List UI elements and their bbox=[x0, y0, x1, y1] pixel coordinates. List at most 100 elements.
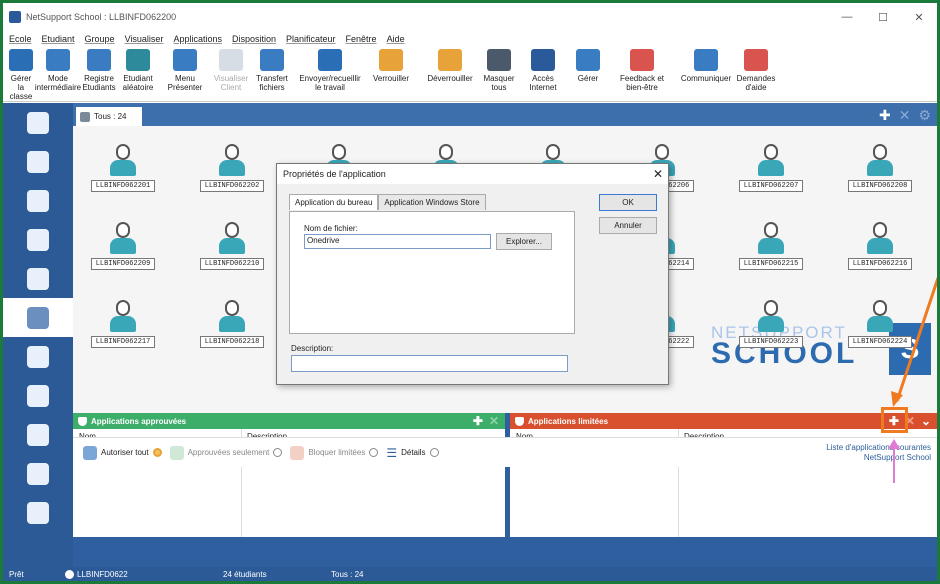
toolbar-button[interactable]: Masquer tous bbox=[482, 47, 516, 92]
title-bar: NetSupport School : LLBINFD062200 — ☐ ✕ bbox=[3, 3, 937, 31]
student-avatar-icon bbox=[754, 222, 788, 256]
menu-bar: Ecole Etudiant Groupe Visualiser Application… bbox=[3, 31, 937, 47]
toolbar-button[interactable]: Demandes d'aide bbox=[734, 47, 778, 92]
student-tile[interactable]: LLBINFD062201 bbox=[85, 144, 161, 192]
toolbar-button[interactable]: Verrouiller bbox=[364, 47, 418, 83]
chevron-down-icon[interactable]: ⌄ bbox=[921, 414, 931, 428]
dialog-title-bar: Propriétés de l'application ✕ bbox=[277, 164, 668, 184]
toolbar-button[interactable]: Registre Etudiants bbox=[78, 47, 120, 92]
blocked-shield-icon bbox=[290, 445, 305, 460]
student-tile[interactable]: LLBINFD062217 bbox=[85, 300, 161, 348]
sidebar-question[interactable] bbox=[3, 220, 73, 259]
devices-icon bbox=[27, 423, 49, 446]
menu-item[interactable]: Planificateur bbox=[286, 34, 336, 44]
toolbar-button[interactable]: Gérer bbox=[570, 47, 606, 83]
toolbar-button[interactable]: Accès Internet bbox=[516, 47, 570, 92]
sidebar-printer[interactable] bbox=[3, 376, 73, 415]
menu-item[interactable]: Fenêtre bbox=[346, 34, 377, 44]
filename-input[interactable]: Onedrive bbox=[304, 234, 491, 249]
student-tile[interactable]: LLBINFD062207 bbox=[733, 144, 809, 192]
cancel-button[interactable]: Annuler bbox=[599, 217, 657, 234]
student-avatar-icon bbox=[106, 222, 140, 256]
sidebar-headphones[interactable] bbox=[3, 181, 73, 220]
tab-all-students[interactable]: Tous : 24 bbox=[76, 107, 142, 126]
student-tile[interactable]: LLBINFD062218 bbox=[194, 300, 270, 348]
block-restricted-label: Bloquer limitées bbox=[308, 448, 366, 457]
student-avatar-icon bbox=[106, 144, 140, 178]
restricted-apps-header: Applications limitées ✚ ✕ ⌄ bbox=[510, 413, 937, 429]
allow-all-radio[interactable] bbox=[152, 448, 162, 457]
dialog-tabs: Application du bureau Application Window… bbox=[289, 194, 486, 210]
student-avatar-icon bbox=[215, 222, 249, 256]
tab-desktop-app[interactable]: Application du bureau bbox=[289, 194, 379, 210]
approved-only-radio[interactable] bbox=[273, 448, 283, 457]
toolbar-button[interactable]: Transfert fichiers bbox=[248, 47, 296, 92]
menu-item[interactable]: Groupe bbox=[85, 34, 115, 44]
student-tile[interactable]: LLBINFD062210 bbox=[194, 222, 270, 270]
group-tab-strip: Tous : 24 ✚ ✕ ⚙ bbox=[73, 103, 937, 126]
student-tile[interactable]: LLBINFD062208 bbox=[842, 144, 918, 192]
close-button[interactable]: ✕ bbox=[901, 11, 937, 24]
toolbar-button[interactable]: Mode intermédiaire bbox=[34, 47, 82, 92]
sidebar-globe[interactable] bbox=[3, 259, 73, 298]
student-avatar-icon bbox=[754, 144, 788, 178]
send-collect-icon bbox=[318, 49, 342, 71]
app-window: NetSupport School : LLBINFD062200 — ☐ ✕ … bbox=[3, 3, 937, 581]
sidebar-whiteboard[interactable] bbox=[3, 493, 73, 532]
student-tile[interactable]: LLBINFD062202 bbox=[194, 144, 270, 192]
toolbar-button[interactable]: Feedback et bien-être bbox=[606, 47, 678, 92]
maximize-button[interactable]: ☐ bbox=[865, 11, 901, 24]
menu-item[interactable]: Visualiser bbox=[125, 34, 164, 44]
description-input[interactable] bbox=[291, 355, 568, 372]
student-tile[interactable]: LLBINFD062223 bbox=[733, 300, 809, 348]
details-option[interactable]: ☰ Détails bbox=[386, 446, 439, 460]
toolbar-button[interactable]: Menu Présenter bbox=[156, 47, 214, 92]
student-tile[interactable]: LLBINFD062216 bbox=[842, 222, 918, 270]
toolbar-button[interactable]: Etudiant aléatoire bbox=[120, 47, 156, 92]
sidebar-monitor[interactable] bbox=[3, 142, 73, 181]
menu-item[interactable]: Aide bbox=[387, 34, 405, 44]
toolbar-button[interactable]: Gérer la classe bbox=[4, 47, 38, 101]
approved-apps-header: Applications approuvées ✚ ✕ bbox=[73, 413, 505, 429]
group-settings-icon: ⚙ bbox=[918, 107, 931, 123]
sidebar-keyboard[interactable] bbox=[3, 454, 73, 493]
toolbar-button[interactable]: Déverrouiller bbox=[418, 47, 482, 83]
orange-arrow-annotation bbox=[891, 277, 937, 407]
tab-store-app[interactable]: Application Windows Store bbox=[378, 194, 486, 210]
menu-item[interactable]: Etudiant bbox=[42, 34, 75, 44]
sidebar-home[interactable] bbox=[3, 103, 73, 142]
toolbar-button-label: Mode intermédiaire bbox=[34, 74, 82, 92]
toolbar-button[interactable]: Communiquer bbox=[678, 47, 734, 83]
toolbar-button-label: Etudiant aléatoire bbox=[122, 74, 154, 92]
toolbar-button-label: Visualiser Client bbox=[213, 74, 249, 92]
student-name-label: LLBINFD062215 bbox=[738, 258, 804, 270]
details-radio[interactable] bbox=[429, 448, 439, 457]
add-approved-app-icon[interactable]: ✚ bbox=[473, 414, 483, 428]
block-restricted-radio[interactable] bbox=[369, 448, 379, 457]
menu-item[interactable]: Disposition bbox=[232, 34, 276, 44]
browse-button[interactable]: Explorer... bbox=[496, 233, 552, 250]
ok-button[interactable]: OK bbox=[599, 194, 657, 211]
menu-item[interactable]: Ecole bbox=[9, 34, 32, 44]
block-restricted-option[interactable]: Bloquer limitées bbox=[290, 445, 379, 460]
allow-all-option[interactable]: Autoriser tout bbox=[83, 445, 162, 460]
toolbar-button: Visualiser Client bbox=[214, 47, 248, 92]
student-name-label: LLBINFD062202 bbox=[199, 180, 265, 192]
add-group-icon[interactable]: ✚ bbox=[879, 107, 891, 124]
help-request-icon bbox=[744, 49, 768, 71]
sidebar-list-view[interactable] bbox=[3, 298, 73, 337]
student-tile[interactable]: LLBINFD062209 bbox=[85, 222, 161, 270]
student-tile[interactable]: LLBINFD062215 bbox=[733, 222, 809, 270]
approved-shield-icon bbox=[169, 445, 184, 460]
netsupport-app-icon bbox=[9, 11, 21, 23]
toolbar-button[interactable]: Envoyer/recueillir le travail bbox=[296, 47, 364, 92]
menu-item[interactable]: Applications bbox=[173, 34, 222, 44]
minimize-button[interactable]: — bbox=[829, 11, 865, 23]
file-transfer-icon bbox=[260, 49, 284, 71]
sidebar-timer[interactable] bbox=[3, 337, 73, 376]
approved-only-option[interactable]: Approuvées seulement bbox=[169, 445, 283, 460]
sidebar-devices[interactable] bbox=[3, 415, 73, 454]
globe-icon bbox=[27, 267, 49, 290]
note-line2: NetSupport School bbox=[863, 452, 931, 462]
dialog-close-icon[interactable]: ✕ bbox=[648, 167, 668, 181]
